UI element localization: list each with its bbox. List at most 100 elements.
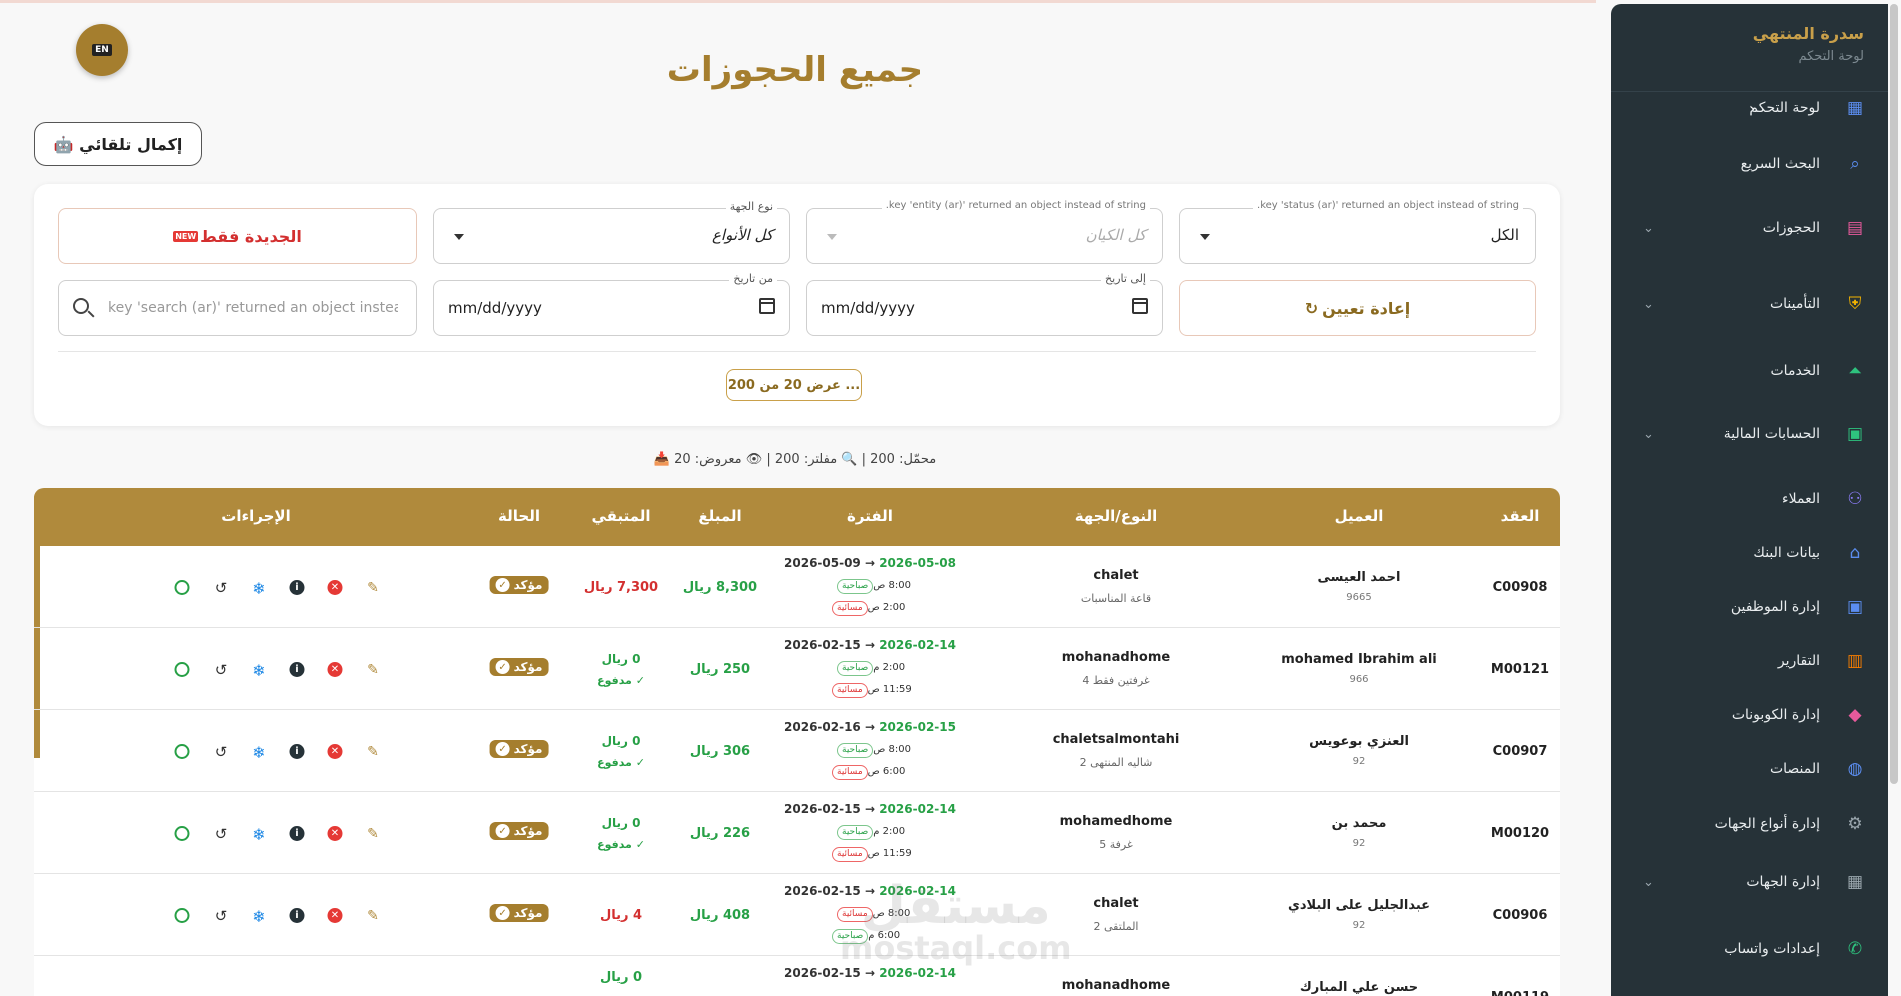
status-badge[interactable]: مؤكد ✓ — [489, 658, 549, 676]
sidebar-item[interactable]: ⌂ بيانات البنك — [1611, 533, 1888, 573]
language-toggle-button[interactable]: EN — [76, 24, 128, 76]
table-row[interactable]: M00119 حسن علي المبارك mohanadhome 2026-02-… — [34, 956, 1560, 996]
show-more-button[interactable]: ... عرض 20 من 200 — [726, 369, 862, 401]
header-status[interactable]: الحالة — [498, 507, 540, 525]
table-row[interactable]: C00907 العنزي بوعويس 92 chaletsalmontahi شال… — [34, 710, 1560, 792]
check-icon: ✓ — [495, 660, 510, 674]
period-line-2: 6:00 صمسائية — [829, 765, 905, 780]
dashboard-icon: ▦ — [1846, 98, 1864, 118]
info-icon[interactable]: i — [289, 662, 305, 677]
watermark-line1: مستقل — [860, 876, 1051, 936]
contract-id[interactable]: M00121 — [1491, 662, 1549, 677]
snowflake-icon[interactable]: ❄ — [251, 743, 267, 762]
chevron-down-icon[interactable]: ⌄ — [1643, 875, 1654, 890]
sidebar-item[interactable]: ▣ إدارة الموظفين — [1611, 587, 1888, 627]
table-row[interactable]: M00121 mohamed Ibrahim ali 966 mohanadhome غ… — [34, 628, 1560, 710]
whatsapp-icon[interactable] — [174, 826, 190, 841]
chevron-down-icon[interactable]: ⌄ — [1643, 297, 1654, 312]
status-label: مؤكد — [513, 824, 543, 838]
status-badge[interactable]: مؤكد ✓ — [489, 576, 549, 594]
from-date-input[interactable]: من تاريخ mm/dd/yyyy — [433, 272, 790, 336]
search-input[interactable]: key 'search (ar)' returned an object ins… — [58, 280, 417, 336]
entity-type-select[interactable]: نوع الجهة كل الأنواع — [433, 200, 790, 264]
whatsapp-icon[interactable] — [174, 662, 190, 677]
header-remaining[interactable]: المتبقي — [591, 507, 650, 525]
sidebar-item[interactable]: ◍ المنصات — [1611, 749, 1888, 789]
snowflake-icon[interactable]: ❄ — [251, 907, 267, 926]
info-icon[interactable]: i — [289, 580, 305, 595]
snowflake-icon[interactable]: ❄ — [251, 825, 267, 844]
autofill-button[interactable]: إكمال تلقائي 🤖 — [34, 122, 202, 166]
cancel-icon[interactable]: ✕ — [327, 662, 343, 677]
contract-id[interactable]: C00908 — [1493, 580, 1548, 595]
edit-icon[interactable]: ✎ — [365, 662, 381, 678]
sidebar-item[interactable]: ⏶ الخدمات — [1611, 351, 1888, 391]
table-row[interactable]: C00908 احمد العيسى 9665 chalet قاعة المناسبا… — [34, 546, 1560, 628]
cancel-icon[interactable]: ✕ — [327, 744, 343, 759]
whatsapp-icon[interactable] — [174, 908, 190, 923]
info-icon[interactable]: i — [289, 826, 305, 841]
sidebar-item[interactable]: ▤ الحجوزات ⌄ — [1611, 208, 1888, 248]
period-line-2: 11:59 صمسائية — [829, 847, 912, 862]
header-period[interactable]: الفترة — [847, 507, 893, 525]
status-select[interactable]: key 'status (ar)' returned an object ins… — [1179, 200, 1536, 264]
sidebar-item[interactable]: ◆ إدارة الكوبونات — [1611, 695, 1888, 735]
edit-icon[interactable]: ✎ — [365, 744, 381, 760]
chevron-down-icon[interactable]: ⌄ — [1643, 427, 1654, 442]
whatsapp-icon[interactable] — [174, 580, 190, 595]
calendar-icon[interactable] — [1132, 298, 1148, 314]
history-icon[interactable]: ↺ — [213, 579, 229, 597]
history-icon[interactable]: ↺ — [213, 661, 229, 679]
reset-filters-button[interactable]: إعادة تعيين ↻ — [1179, 280, 1536, 336]
sidebar-item[interactable]: ⚇ العملاء — [1611, 479, 1888, 519]
period-line-1: 8:00 صصباحية — [834, 743, 911, 758]
status-badge[interactable]: مؤكد ✓ — [489, 822, 549, 840]
sidebar-item[interactable]: ⚙ إدارة أنواع الجهات — [1611, 804, 1888, 844]
header-amount[interactable]: المبلغ — [698, 507, 741, 525]
to-date-input[interactable]: إلى تاريخ mm/dd/yyyy — [806, 272, 1163, 336]
contract-id[interactable]: C00906 — [1493, 908, 1548, 923]
whatsapp-icon[interactable] — [174, 744, 190, 759]
history-icon[interactable]: ↺ — [213, 825, 229, 843]
edit-icon[interactable]: ✎ — [365, 908, 381, 924]
new-badge: NEW — [173, 230, 199, 242]
header-type[interactable]: النوع/الجهة — [1075, 507, 1158, 525]
shift-time: 2:00 م — [873, 662, 906, 673]
history-icon[interactable]: ↺ — [213, 907, 229, 925]
header-contract[interactable]: العقد — [1501, 507, 1540, 525]
edit-icon[interactable]: ✎ — [365, 826, 381, 842]
header-client[interactable]: العميل — [1335, 507, 1384, 525]
new-only-toggle-button[interactable]: الجديدة فقط NEW — [58, 208, 417, 264]
sidebar-item[interactable]: ⌕ البحث السريع — [1611, 144, 1888, 184]
chevron-down-icon[interactable]: ⌄ — [1643, 221, 1654, 236]
status-badge[interactable]: مؤكد ✓ — [489, 904, 549, 922]
cancel-icon[interactable]: ✕ — [327, 908, 343, 923]
contract-id[interactable]: C00907 — [1493, 744, 1548, 759]
info-icon[interactable]: i — [289, 744, 305, 759]
shift-tag: صباحية — [837, 825, 874, 840]
edit-icon[interactable]: ✎ — [365, 580, 381, 596]
history-icon[interactable]: ↺ — [213, 743, 229, 761]
info-icon[interactable]: i — [289, 908, 305, 923]
snowflake-icon[interactable]: ❄ — [251, 661, 267, 680]
contract-id[interactable]: M00120 — [1491, 826, 1549, 841]
cancel-icon[interactable]: ✕ — [327, 826, 343, 841]
table-row[interactable]: M00120 محمد بن 92 mohamedhome غرفة 5 2026-02-… — [34, 792, 1560, 874]
sidebar-item[interactable]: ▦ لوحة التحكم — [1611, 88, 1888, 128]
calendar-icon[interactable] — [759, 298, 775, 314]
snowflake-icon[interactable]: ❄ — [251, 579, 267, 598]
client-phone: 92 — [1352, 756, 1366, 767]
contract-id[interactable]: M00119 — [1491, 990, 1549, 996]
page-scrollbar[interactable] — [1890, 4, 1898, 784]
check-icon: ✓ — [495, 742, 510, 756]
entity-select[interactable]: key 'entity (ar)' returned an object ins… — [806, 200, 1163, 264]
sidebar-item[interactable]: ▥ التقارير — [1611, 641, 1888, 681]
sidebar-item[interactable]: ✆ إعدادات واتساب — [1611, 929, 1888, 969]
sidebar-item[interactable]: ⛨ التأمينات ⌄ — [1611, 284, 1888, 324]
sidebar-item[interactable]: ▦ إدارة الجهات ⌄ — [1611, 862, 1888, 902]
table-row[interactable]: C00906 عبدالجليل على البلادي 92 chalet الملت… — [34, 874, 1560, 956]
period-from: 2026-05-08 — [879, 556, 956, 570]
status-badge[interactable]: مؤكد ✓ — [489, 740, 549, 758]
sidebar-item[interactable]: ▣ الحسابات المالية ⌄ — [1611, 414, 1888, 454]
cancel-icon[interactable]: ✕ — [327, 580, 343, 595]
